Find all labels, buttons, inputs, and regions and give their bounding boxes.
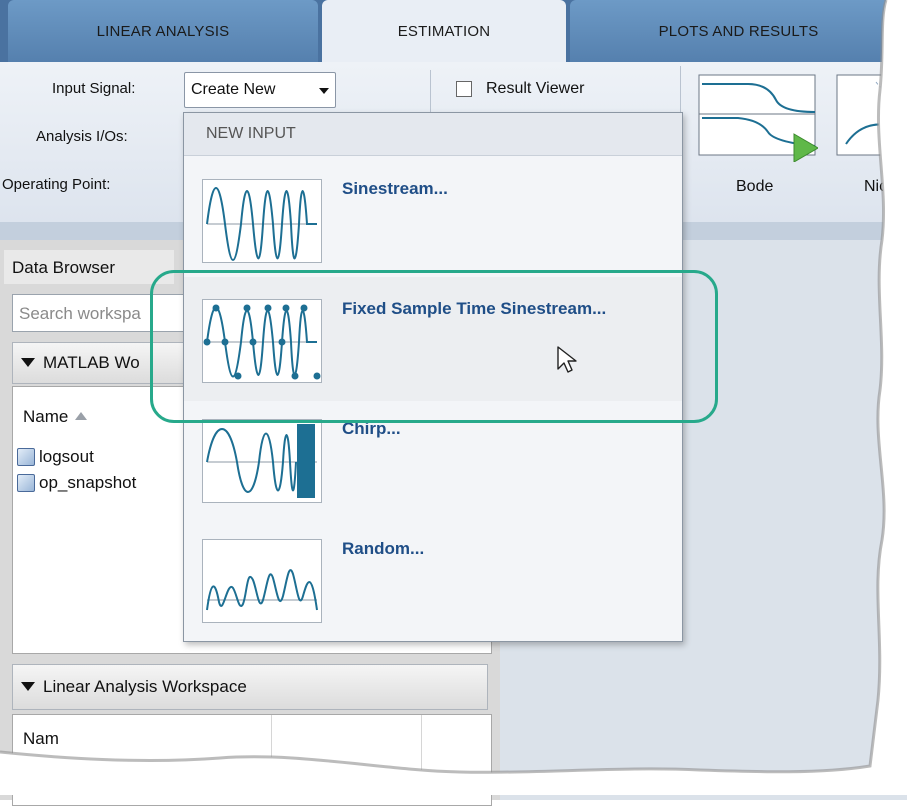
menu-item-sinestream[interactable]: Sinestream... bbox=[184, 157, 682, 281]
nichols-plot-button[interactable]: × Nich bbox=[836, 74, 907, 214]
operating-point-label: Operating Point: bbox=[2, 176, 111, 193]
tab-estimation[interactable]: ESTIMATION bbox=[322, 0, 566, 62]
expand-triangle-icon bbox=[21, 682, 35, 691]
data-browser-title: Data Browser bbox=[12, 258, 115, 277]
sort-ascending-icon bbox=[75, 412, 87, 420]
chevron-down-icon bbox=[319, 88, 329, 94]
analysis-ios-label: Analysis I/Os: bbox=[36, 128, 128, 145]
chirp-icon bbox=[202, 419, 322, 503]
tab-linear-analysis[interactable]: LINEAR ANALYSIS bbox=[8, 0, 318, 62]
input-signal-label: Input Signal: bbox=[52, 80, 136, 97]
menu-item-label: Sinestream... bbox=[342, 179, 448, 198]
column-header-name[interactable]: Name bbox=[23, 407, 68, 427]
tab-plots-and-results[interactable]: PLOTS AND RESULTS bbox=[570, 0, 907, 62]
random-signal-icon bbox=[202, 539, 322, 623]
result-viewer-checkbox[interactable] bbox=[456, 81, 472, 97]
linear-analysis-workspace-section[interactable]: Linear Analysis Workspace bbox=[12, 664, 488, 710]
screenshot-sheet: LINEAR ANALYSIS ESTIMATION PLOTS AND RES… bbox=[0, 0, 907, 806]
matlab-workspace-title: MATLAB Wo bbox=[43, 353, 140, 372]
input-signal-dropdown[interactable]: Create New bbox=[184, 72, 336, 108]
menu-header: NEW INPUT bbox=[184, 113, 682, 156]
result-viewer-label: Result Viewer bbox=[486, 80, 585, 97]
menu-item-random[interactable]: Random... bbox=[184, 517, 682, 641]
bode-plot-icon bbox=[698, 74, 818, 162]
variable-name: op_snapshot bbox=[39, 473, 137, 492]
expand-triangle-icon bbox=[21, 358, 35, 367]
highlight-annotation bbox=[150, 270, 718, 423]
column-header-name[interactable]: Nam bbox=[23, 729, 59, 749]
list-item[interactable]: logsout bbox=[15, 445, 185, 471]
column-divider bbox=[271, 715, 272, 775]
sinestream-icon bbox=[202, 179, 322, 263]
column-divider bbox=[421, 715, 422, 775]
menu-item-label: Random... bbox=[342, 539, 425, 558]
variable-cube-icon bbox=[17, 474, 35, 492]
linear-analysis-workspace-title: Linear Analysis Workspace bbox=[43, 677, 247, 696]
data-browser-header: Data Browser bbox=[4, 250, 174, 284]
svg-text:×: × bbox=[900, 79, 907, 93]
menu-header-label: NEW INPUT bbox=[206, 125, 296, 142]
bode-label: Bode bbox=[736, 178, 774, 195]
list-item[interactable]: op_snapshot bbox=[15, 471, 185, 497]
nichols-plot-icon: × bbox=[836, 74, 907, 156]
bode-plot-button[interactable]: Bode bbox=[698, 74, 818, 214]
variable-name: logsout bbox=[39, 447, 94, 466]
search-placeholder: Search workspa bbox=[19, 304, 141, 323]
nichols-label: Nich bbox=[864, 178, 897, 195]
input-signal-value: Create New bbox=[191, 81, 276, 98]
variable-cube-icon bbox=[17, 448, 35, 466]
linear-analysis-workspace-table: Nam bbox=[12, 714, 492, 806]
